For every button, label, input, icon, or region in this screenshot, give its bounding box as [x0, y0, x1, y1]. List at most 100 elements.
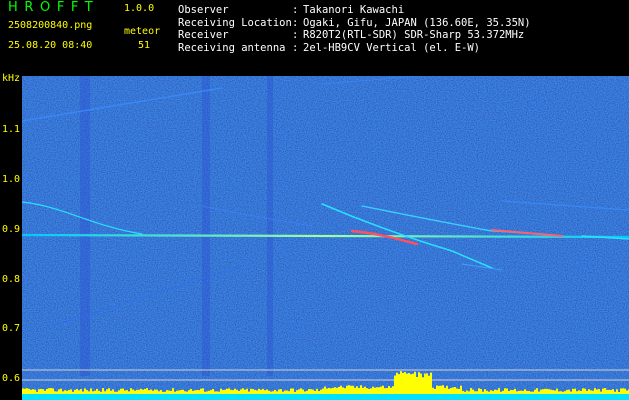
level-bar-base [110, 394, 112, 400]
level-bar-base [582, 394, 584, 400]
level-bar-base [614, 394, 616, 400]
level-bar-base [532, 394, 534, 400]
level-bar-base [426, 394, 428, 400]
y-tick-label: 0.9 [2, 224, 21, 235]
level-bar-base [428, 394, 430, 400]
info-value-location: Ogaki, Gifu, JAPAN (136.60E, 35.35N) [303, 16, 531, 29]
level-bar-base [100, 394, 102, 400]
level-bar-base [230, 394, 232, 400]
level-bar-base [244, 394, 246, 400]
level-bar-base [92, 394, 94, 400]
level-bar-base [434, 394, 436, 400]
level-bar-base [66, 394, 68, 400]
level-bar-base [128, 394, 130, 400]
level-bar-base [302, 394, 304, 400]
level-bar-base [358, 394, 360, 400]
level-bar-base [382, 394, 384, 400]
level-bar-base [552, 394, 554, 400]
y-axis-unit: kHz [2, 73, 21, 84]
level-bar-base [208, 394, 210, 400]
y-tick-label: 0.6 [2, 373, 21, 384]
level-bar-base [390, 394, 392, 400]
level-bar-base [124, 394, 126, 400]
level-bar-base [362, 394, 364, 400]
level-bar-base [378, 394, 380, 400]
level-bar-base [338, 394, 340, 400]
level-bar-base [150, 394, 152, 400]
level-bar-base [486, 394, 488, 400]
level-bar-base [108, 394, 110, 400]
level-bar-base [518, 394, 520, 400]
level-bar-base [86, 394, 88, 400]
level-bar-base [520, 394, 522, 400]
level-bar-base [44, 394, 46, 400]
level-bar-base [52, 394, 54, 400]
level-bar-base [36, 394, 38, 400]
y-tick-label: 0.7 [2, 323, 21, 334]
level-bar-base [474, 394, 476, 400]
level-bar-base [602, 394, 604, 400]
level-bar-base [610, 394, 612, 400]
level-bar-base [308, 394, 310, 400]
level-bar-base [548, 394, 550, 400]
level-bar-base [480, 394, 482, 400]
level-bar-base [290, 394, 292, 400]
level-bar-base [268, 394, 270, 400]
spectrogram [22, 76, 629, 400]
level-bar-base [216, 394, 218, 400]
level-bar-base [462, 394, 464, 400]
info-value-receiver: R820T2(RTL-SDR) SDR-Sharp 53.372MHz [303, 29, 525, 41]
level-bar-base [190, 394, 192, 400]
level-bar-base [560, 394, 562, 400]
level-bar-base [506, 394, 508, 400]
level-bar-base [304, 394, 306, 400]
level-bar-base [556, 394, 558, 400]
level-bar-base [524, 394, 526, 400]
level-bar-base [616, 394, 618, 400]
level-bar-base [442, 394, 444, 400]
level-bar-base [410, 394, 412, 400]
level-bar-base [204, 394, 206, 400]
level-bar-base [544, 394, 546, 400]
level-bar-base [376, 394, 378, 400]
level-bar-base [294, 394, 296, 400]
level-bar-base [586, 394, 588, 400]
level-bar-base [324, 394, 326, 400]
level-bar-base [134, 394, 136, 400]
level-bar-base [74, 394, 76, 400]
level-bar-base [540, 394, 542, 400]
level-bar-base [254, 394, 256, 400]
level-bar-base [214, 394, 216, 400]
level-bar-base [94, 394, 96, 400]
level-bar-base [184, 394, 186, 400]
level-bar-base [258, 394, 260, 400]
level-bar-base [594, 394, 596, 400]
level-bar-base [500, 394, 502, 400]
level-bar-base [396, 394, 398, 400]
level-bar-base [530, 394, 532, 400]
level-bar-base [306, 394, 308, 400]
level-bar-base [624, 394, 626, 400]
station-info-labels: Observer Receiving Location Receiver Rec… [178, 4, 292, 54]
level-bar-base [408, 394, 410, 400]
level-bar-base [68, 394, 70, 400]
level-bar-base [472, 394, 474, 400]
level-bar-base [116, 394, 118, 400]
level-bar-base [350, 394, 352, 400]
level-bar-base [406, 394, 408, 400]
level-bar-base [280, 394, 282, 400]
level-bar-base [568, 394, 570, 400]
level-bar-base [132, 394, 134, 400]
level-bar-base [534, 394, 536, 400]
level-bar-base [528, 394, 530, 400]
level-bar-base [260, 394, 262, 400]
level-bar-base [298, 394, 300, 400]
level-bar-base [288, 394, 290, 400]
level-bar-base [622, 394, 624, 400]
level-bar-base [194, 394, 196, 400]
level-bar-base [96, 394, 98, 400]
level-bar-base [558, 394, 560, 400]
level-bar-base [330, 394, 332, 400]
level-bar-base [56, 394, 58, 400]
level-bar-base [252, 394, 254, 400]
